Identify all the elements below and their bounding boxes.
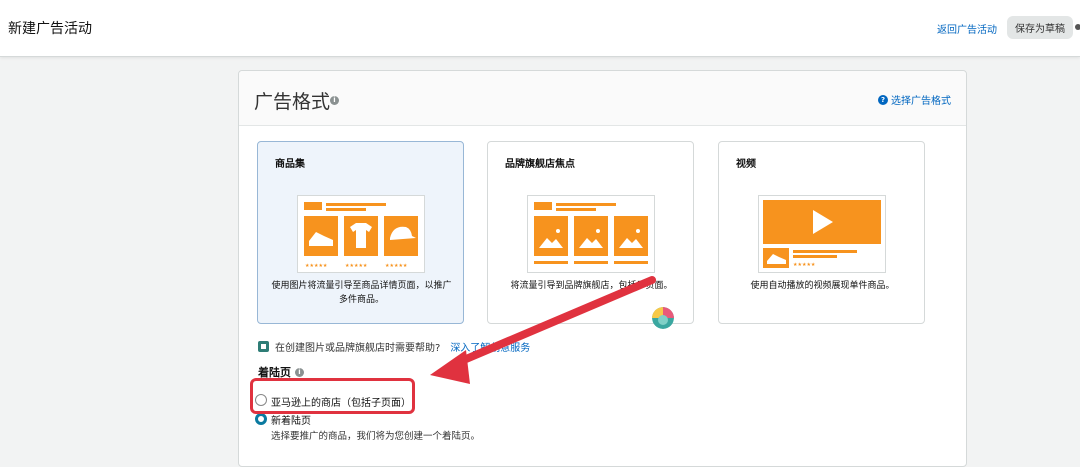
tile-description: 将流量引导到品牌旗舰店，包括子页面。 — [510, 281, 673, 291]
info-icon[interactable]: i — [295, 367, 304, 377]
help-text: 在创建图片或品牌旗舰店时需要帮助? — [275, 343, 441, 354]
info-icon[interactable]: i — [330, 96, 339, 105]
ad-format-title: 广告格式 — [254, 91, 331, 113]
svg-text:★★★★★: ★★★★★ — [385, 263, 408, 269]
tile-description: 使用自动播放的视频展现单件商品。 — [750, 281, 895, 291]
landing-page-label: 着陆页 i — [258, 364, 304, 380]
card-header: 广告格式 i ? 选择广告格式 — [239, 71, 966, 126]
radio-new-landing-page[interactable] — [255, 413, 267, 425]
landing-page-title: 着陆页 — [258, 366, 291, 379]
svg-text:★★★★★: ★★★★★ — [305, 263, 328, 269]
choose-ad-format-link[interactable]: ? 选择广告格式 — [878, 92, 951, 107]
learn-more-link[interactable]: 深入了解创意服务 — [450, 339, 530, 354]
svg-text:★★★★★: ★★★★★ — [793, 262, 816, 268]
store-spotlight-illustration — [527, 195, 655, 273]
creative-help-row: 在创建图片或品牌旗舰店时需要帮助? 深入了解创意服务 — [258, 339, 530, 354]
top-bar: 新建广告活动 返回广告活动 保存为草稿 — [0, 0, 1080, 57]
radio-amazon-store[interactable] — [255, 394, 267, 406]
tile-description: 使用图片将流量引导至商品详情页面，以推广多件商品。 — [271, 281, 452, 305]
format-tile-video[interactable]: 视频 ★★★★★ 使用自动播放的视频展现单件商品。 — [718, 141, 925, 324]
video-illustration: ★★★★★ — [758, 195, 886, 273]
save-draft-button[interactable]: 保存为草稿 — [1007, 16, 1073, 39]
page-title: 新建广告活动 — [8, 21, 92, 37]
back-to-campaigns-link[interactable]: 返回广告活动 — [937, 21, 997, 36]
tile-name: 视频 — [736, 159, 756, 170]
creative-services-icon — [258, 341, 269, 352]
tile-name: 品牌旗舰店焦点 — [505, 159, 575, 170]
radio-label-amazon-store[interactable]: 亚马逊上的商店（包括子页面） — [271, 394, 411, 409]
choose-ad-format-label: 选择广告格式 — [891, 96, 951, 107]
assistant-bubble-icon[interactable] — [652, 307, 674, 329]
product-collection-illustration: ★★★★★ ★★★★★ ★★★★★ — [297, 195, 425, 273]
radio-label-new-landing-page[interactable]: 新着陆页 — [271, 412, 311, 427]
tile-name: 商品集 — [275, 159, 305, 170]
help-circle-icon: ? — [878, 94, 888, 105]
format-tile-product-collection[interactable]: 商品集 ★★★★★ ★★★★★ ★★★★★ 使用图片将流量引导至商品详情页面，以… — [257, 141, 464, 324]
svg-text:★★★★★: ★★★★★ — [345, 263, 368, 269]
overflow-dot-icon — [1075, 24, 1080, 30]
format-tile-store-spotlight[interactable]: 品牌旗舰店焦点 将流量引导到品牌旗舰店，包括子页面。 — [487, 141, 694, 324]
new-landing-page-description: 选择要推广的商品，我们将为您创建一个着陆页。 — [271, 431, 481, 442]
